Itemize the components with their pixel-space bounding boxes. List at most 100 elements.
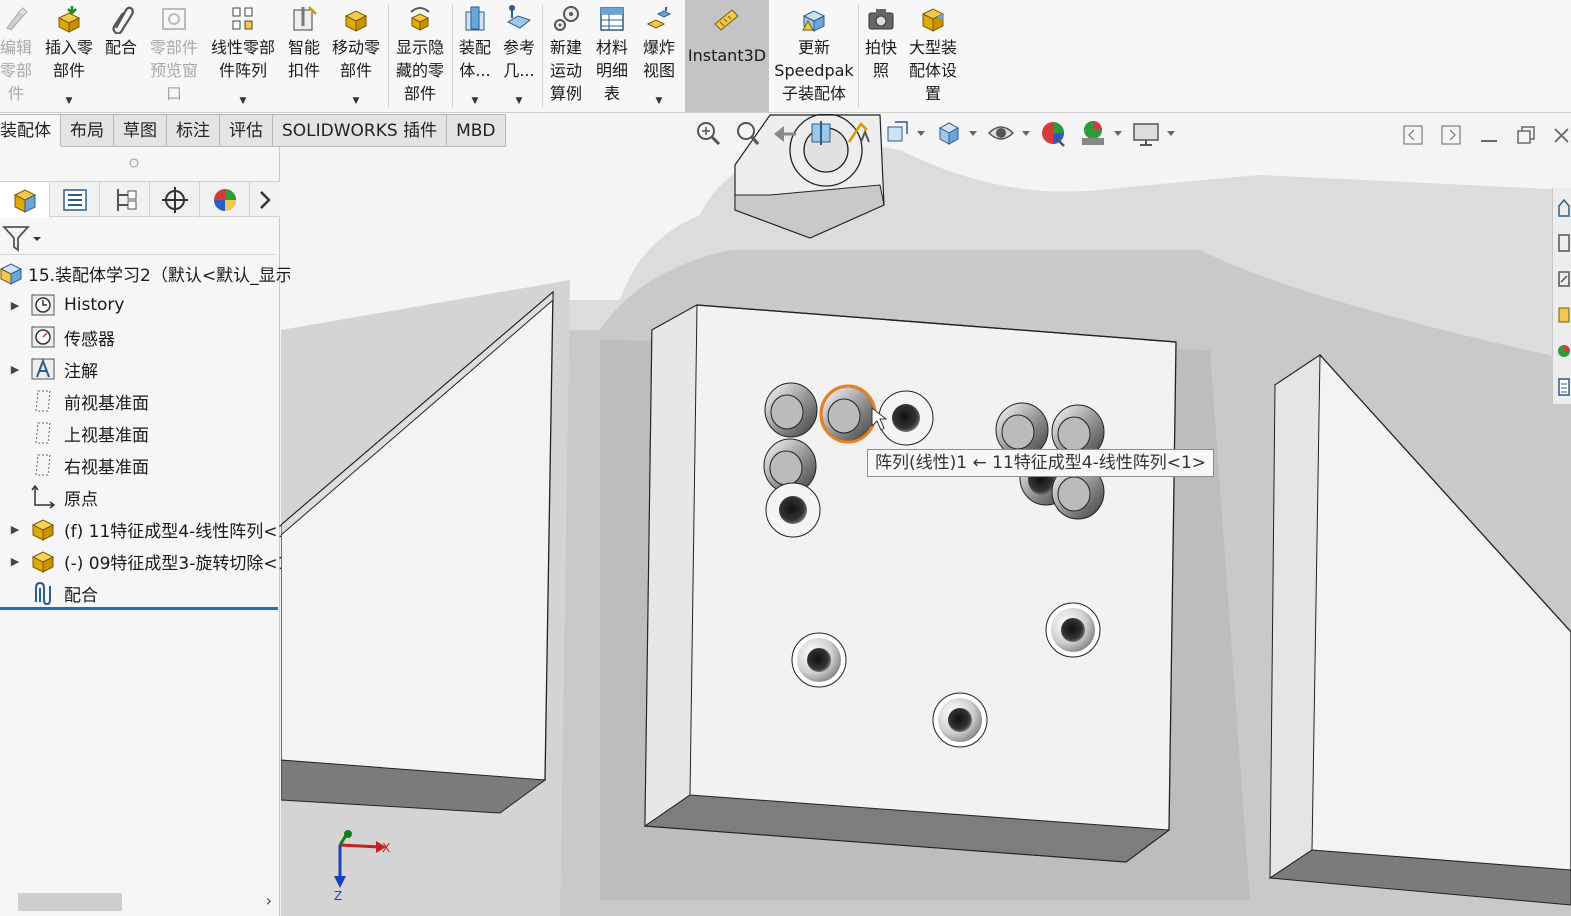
tab-configuration-manager[interactable] [100, 182, 150, 218]
exploded-view-button[interactable]: 爆炸 视图 ▼ [636, 0, 682, 112]
chevron-down-icon[interactable] [1166, 130, 1176, 138]
tree-item-front-plane[interactable]: 前视基准面 [0, 386, 292, 416]
smart-fasteners-button[interactable]: 智能 扣件 [282, 0, 326, 112]
minimize-icon[interactable] [1476, 122, 1502, 148]
tree-item-part-linear-pattern[interactable]: ▶ (f) 11特征成型4-线性阵列<1> [0, 514, 292, 544]
chevron-down-icon[interactable]: ▼ [472, 97, 479, 106]
bill-of-materials-button[interactable]: 材料 明细 表 [590, 0, 634, 112]
tab-evaluate[interactable]: 评估 [220, 114, 273, 147]
solidworks-resources-icon[interactable] [1557, 196, 1571, 218]
tree-item-label: 上视基准面 [64, 425, 149, 446]
edit-component-button[interactable]: 编辑 零部 件 [0, 0, 36, 112]
tab-assembly[interactable]: 装配体 [0, 114, 61, 147]
linear-pattern-button[interactable]: 线性零部 件阵列 ▼ [206, 0, 280, 112]
tree-root-label: 15.装配体学习2（默认<默认_显示状态-1>） [28, 265, 290, 286]
pane-tab-bar [0, 181, 280, 218]
insert-component-button[interactable]: 插入零 部件 ▼ [40, 0, 98, 112]
restore-window-icon[interactable] [1513, 122, 1539, 148]
tree-item-part-revolve-cut[interactable]: ▶ (-) 09特征成型3-旋转切除<1> [0, 546, 292, 576]
instant3d-button[interactable]: Instant3D [685, 0, 769, 112]
tree-item-right-plane[interactable]: 右视基准面 [0, 450, 292, 480]
instant3d-icon [714, 9, 739, 31]
restore-pane-left-icon[interactable] [1400, 122, 1426, 148]
restore-pane-right-icon[interactable] [1438, 122, 1464, 148]
chevron-down-icon[interactable] [916, 130, 926, 138]
expand-arrow-icon[interactable]: ▶ [0, 523, 30, 536]
zoom-to-fit-icon[interactable] [693, 118, 723, 148]
reference-geometry-label: 参考 几... [502, 38, 535, 80]
tree-item-label: History [64, 295, 125, 315]
insert-component-label: 插入零 部件 [44, 38, 93, 80]
feature-manager-icon [13, 189, 36, 213]
section-view-icon[interactable] [806, 118, 836, 148]
expand-arrow-icon[interactable]: ▶ [0, 363, 30, 376]
large-assembly-settings-button[interactable]: 大型装 配体设 置 [904, 0, 962, 112]
bill-of-materials-label: 材料 明细 表 [595, 38, 628, 103]
appearances-icon[interactable] [1557, 340, 1571, 362]
insert-component-icon [57, 6, 81, 33]
scrollbar-thumb[interactable] [18, 893, 122, 911]
component-preview-label: 零部件 预览窗 口 [149, 38, 198, 103]
design-library-icon[interactable] [1557, 232, 1571, 254]
assembly-icon [0, 263, 23, 285]
tree-item-top-plane[interactable]: 上视基准面 [0, 418, 292, 448]
chevron-down-icon[interactable] [968, 130, 978, 138]
chevron-down-icon[interactable]: ▼ [240, 97, 247, 106]
dynamic-annotation-icon[interactable] [843, 118, 873, 148]
custom-properties-icon[interactable] [1557, 376, 1571, 398]
tab-markup[interactable]: 标注 [167, 114, 220, 147]
show-hidden-components-button[interactable]: 显示隐 藏的零 部件 [390, 0, 450, 112]
tree-root-assembly[interactable]: 15.装配体学习2（默认<默认_显示状态-1>） [0, 258, 290, 288]
chevron-down-icon[interactable]: ▼ [66, 97, 73, 106]
file-explorer-icon[interactable] [1557, 268, 1571, 290]
snapshot-button[interactable]: 拍快 照 [860, 0, 902, 112]
chevron-down-icon[interactable] [1021, 130, 1031, 138]
new-motion-study-button[interactable]: 新建 运动 算例 [544, 0, 588, 112]
exploded-view-label: 爆炸 视图 [642, 38, 675, 80]
tree-item-label: 前视基准面 [64, 393, 149, 414]
previous-view-icon[interactable] [770, 118, 800, 148]
hide-show-items-icon[interactable] [986, 118, 1016, 148]
zoom-to-area-icon[interactable] [731, 118, 761, 148]
expand-arrow-icon[interactable]: ▶ [0, 555, 30, 568]
tree-item-mates[interactable]: 配合 [0, 578, 292, 608]
tab-display-manager[interactable] [200, 182, 250, 218]
view-orientation-icon[interactable] [883, 118, 913, 148]
tree-item-annotations[interactable]: ▶ 注解 [0, 354, 292, 384]
tree-item-history[interactable]: ▶ History [0, 290, 292, 320]
filter-icon[interactable] [2, 223, 42, 253]
assembly-features-button[interactable]: 装配 体... ▼ [454, 0, 496, 112]
tree-item-origin[interactable]: 原点 [0, 482, 292, 512]
chevron-right-icon[interactable]: › [266, 891, 272, 910]
tab-dimxpert-manager[interactable] [150, 182, 200, 218]
origin-icon [31, 484, 56, 509]
tree-item-sensors[interactable]: 传感器 [0, 322, 292, 352]
apply-scene-icon[interactable] [1078, 118, 1108, 148]
chevron-down-icon[interactable]: ▼ [516, 97, 523, 106]
chevron-down-icon[interactable] [1113, 130, 1123, 138]
motion-study-icon [554, 6, 579, 31]
mate-button[interactable]: 配合 [100, 0, 142, 112]
pane-tabs-more[interactable] [250, 182, 280, 218]
tab-feature-manager[interactable] [0, 182, 50, 218]
component-preview-button[interactable]: 零部件 预览窗 口 [144, 0, 204, 112]
plane-icon [35, 422, 51, 444]
move-component-button[interactable]: 移动零 部件 ▼ [328, 0, 384, 112]
update-speedpak-button[interactable]: 更新 Speedpak 子装配体 [772, 0, 856, 112]
close-icon[interactable] [1550, 122, 1571, 148]
chevron-down-icon[interactable]: ▼ [656, 97, 663, 106]
view-palette-icon[interactable] [1557, 304, 1571, 326]
edit-appearance-icon[interactable] [1038, 118, 1068, 148]
pane-collapse-handle[interactable] [128, 157, 140, 169]
graphics-viewport[interactable]: X Z [281, 114, 1571, 916]
tab-layout[interactable]: 布局 [61, 114, 114, 147]
view-settings-icon[interactable] [1131, 118, 1161, 148]
tree-item-label: 传感器 [64, 329, 115, 350]
tree-horizontal-scrollbar[interactable]: › [0, 891, 278, 913]
tab-sketch[interactable]: 草图 [114, 114, 167, 147]
display-style-icon[interactable] [934, 118, 964, 148]
expand-arrow-icon[interactable]: ▶ [0, 299, 30, 312]
reference-geometry-button[interactable]: 参考 几... ▼ [498, 0, 540, 112]
tab-property-manager[interactable] [50, 182, 100, 218]
chevron-down-icon[interactable]: ▼ [353, 97, 360, 106]
